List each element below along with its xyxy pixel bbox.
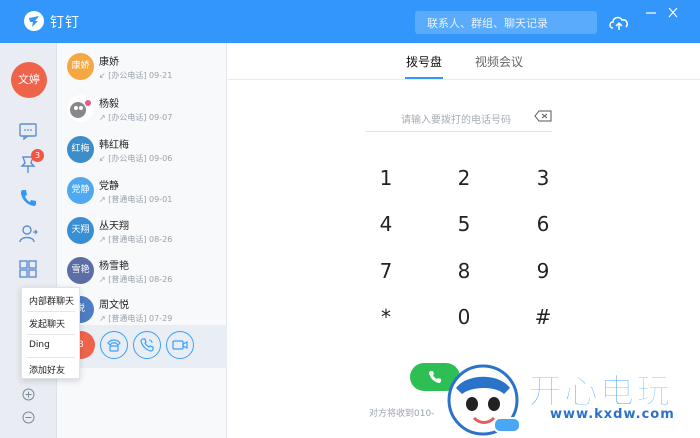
menu-item-ding[interactable]: Ding [22,334,79,357]
contact-avatar: 雪艳 [67,257,94,284]
app-name: 钉钉 [50,15,80,31]
contacts-icon[interactable] [17,223,39,245]
call-record-text: [普通电话] 08-26 [108,275,173,284]
call-record-text: [普通电话] 09-01 [108,195,173,204]
list-item[interactable]: 雪艳 杨雪艳 ↗ [普通电话] 08-26 [57,249,227,290]
dial-key-0[interactable]: 0 [444,302,484,332]
plus-circle-icon[interactable] [22,388,35,401]
menu-item-internal-group-chat[interactable]: 内部群聊天 [22,288,79,311]
contact-avatar: 康娇 [67,53,94,80]
call-record: ↗ [普通电话] 09-01 [99,195,173,204]
watermark-url: www.kxdw.com [550,407,675,422]
office-phone-button[interactable] [100,331,128,359]
dial-key-hash[interactable]: # [523,302,563,332]
message-icon[interactable] [17,120,39,142]
video-camera-icon [172,340,188,350]
office-phone-icon [107,339,121,352]
contact-avatar-image [67,95,94,122]
phone-number-input[interactable]: 请输入要拨打的电话号码 [366,107,552,132]
phone-icon[interactable] [17,187,39,209]
apps-icon[interactable] [17,258,39,280]
watermark-text: 开心电玩 [528,372,672,413]
close-icon[interactable] [664,8,682,18]
list-item[interactable]: 杨毅 ↗ [办公电话] 09-07 [57,87,227,128]
minus-circle-icon[interactable] [22,411,35,424]
mascot-icon [447,364,521,436]
dial-key-7[interactable]: 7 [366,256,406,286]
list-item[interactable]: 康娇 康娇 ↙ [办公电话] 09-21 [57,45,227,86]
title-bar: 钉钉 联系人、群组、聊天记录 [0,0,700,43]
call-record-text: [办公电话] 09-06 [108,154,173,163]
list-item[interactable]: 红梅 韩红梅 ↙ [办公电话] 09-06 [57,128,227,169]
contact-name: 韩红梅 [99,140,129,151]
tab-dialpad[interactable]: 拨号盘 [406,53,442,70]
call-record: ↙ [办公电话] 09-21 [99,71,173,80]
dingtalk-logo [24,11,44,31]
phone-call-button[interactable] [133,331,161,359]
pin-badge: 3 [31,149,44,162]
phone-number-placeholder: 请输入要拨打的电话号码 [401,115,511,126]
call-tabs: 拨号盘 视频会议 [228,43,700,80]
call-record-text: [普通电话] 08-26 [108,235,173,244]
menu-item-start-chat[interactable]: 发起聊天 [22,311,79,334]
dial-key-3[interactable]: 3 [523,163,563,193]
list-item[interactable]: 党静 党静 ↗ [普通电话] 09-01 [57,169,227,210]
contact-avatar: 红梅 [67,136,94,163]
contact-name: 康娇 [99,57,119,68]
call-record: ↗ [办公电话] 09-07 [99,113,173,122]
phone-call-icon [140,338,154,352]
contact-name: 周文悦 [99,300,129,311]
user-avatar[interactable]: 文婷 [11,62,47,98]
tab-video-conference[interactable]: 视频会议 [475,53,523,70]
contact-name: 杨毅 [99,99,119,110]
list-item[interactable]: 悦 周文悦 ↗ [普通电话] 07-29 [57,288,227,329]
contact-name: 杨雪艳 [99,261,129,272]
call-record: ↙ [办公电话] 09-06 [99,154,173,163]
menu-item-add-friend[interactable]: 添加好友 [22,357,79,380]
dial-key-1[interactable]: 1 [366,163,406,193]
call-record: ↗ [普通电话] 07-29 [99,314,173,323]
call-record: ↗ [普通电话] 08-26 [99,275,173,284]
dial-key-star[interactable]: * [366,302,406,332]
cloud-upload-icon[interactable] [607,12,631,32]
dial-key-5[interactable]: 5 [444,209,484,239]
call-record-text: [办公电话] 09-07 [108,113,173,122]
call-history-list: 康娇 康娇 ↙ [办公电话] 09-21 杨毅 ↗ [办公电话] 09-07 红… [57,43,227,438]
caller-id-notice: 对方将收到010- [369,409,435,419]
contact-name: 党静 [99,181,119,192]
contact-avatar: 天翔 [67,217,94,244]
call-record-text: [普通电话] 07-29 [108,314,173,323]
dial-key-9[interactable]: 9 [523,256,563,286]
dial-key-6[interactable]: 6 [523,209,563,239]
new-chat-popup-menu: 内部群聊天 发起聊天 Ding 添加好友 [21,287,80,379]
dial-key-4[interactable]: 4 [366,209,406,239]
dial-key-2[interactable]: 2 [444,163,484,193]
call-record-text: [办公电话] 09-21 [108,71,173,80]
site-watermark: 开心电玩 www.kxdw.com [434,360,700,438]
video-call-button[interactable] [166,331,194,359]
backspace-icon[interactable] [534,110,552,122]
list-item[interactable]: 天翔 丛天翔 ↗ [普通电话] 08-26 [57,209,227,250]
call-record: ↗ [普通电话] 08-26 [99,235,173,244]
dial-key-8[interactable]: 8 [444,256,484,286]
minimize-icon[interactable] [642,8,660,18]
contact-avatar: 党静 [67,177,94,204]
selected-contact-actions: 3 [57,325,227,368]
active-tab-indicator [405,77,443,79]
search-input[interactable]: 联系人、群组、聊天记录 [415,11,597,34]
contact-name: 丛天翔 [99,221,129,232]
